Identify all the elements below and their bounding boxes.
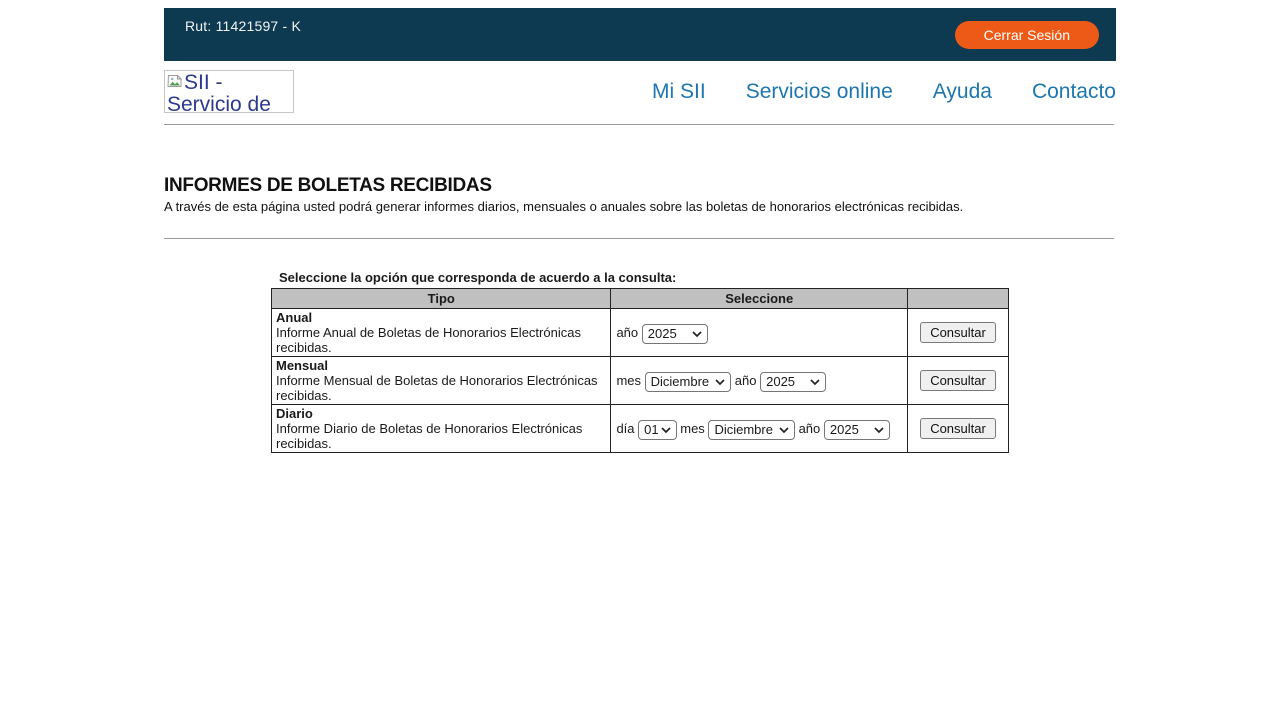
page-title: INFORMES DE BOLETAS RECIBIDAS bbox=[164, 177, 1116, 195]
chevron-down-icon bbox=[661, 427, 671, 433]
row-description: Informe Diario de Boletas de Honorarios … bbox=[276, 421, 582, 451]
consultar-diario-button[interactable]: Consultar bbox=[920, 418, 996, 439]
row-description: Informe Mensual de Boletas de Honorarios… bbox=[276, 373, 598, 403]
header-tipo: Tipo bbox=[272, 289, 611, 309]
page-description: A través de esta página usted podrá gene… bbox=[164, 200, 1116, 214]
year-label: año bbox=[799, 421, 821, 436]
year-select-value: 2025 bbox=[830, 418, 859, 441]
chevron-down-icon bbox=[779, 427, 789, 433]
month-label: mes bbox=[680, 421, 705, 436]
topbar: Rut: 11421597 - K Cerrar Sesión bbox=[164, 8, 1116, 61]
chevron-down-icon bbox=[692, 331, 702, 337]
mensual-select-cell: mes Diciembre año 2025 bbox=[611, 357, 908, 405]
day-select[interactable]: 01 bbox=[638, 420, 676, 440]
broken-image-icon bbox=[167, 73, 183, 89]
year-select-value: 2025 bbox=[766, 370, 795, 393]
year-label: año bbox=[616, 325, 638, 340]
month-select-value: Diciembre bbox=[651, 370, 710, 393]
nav-ayuda[interactable]: Ayuda bbox=[933, 80, 992, 104]
mensual-tipo-cell: Mensual Informe Mensual de Boletas de Ho… bbox=[272, 357, 611, 405]
diario-select-cell: día 01 mes Diciembre año 2025 bbox=[611, 405, 908, 453]
diario-tipo-cell: Diario Informe Diario de Boletas de Hono… bbox=[272, 405, 611, 453]
row-type-label: Diario bbox=[276, 406, 313, 421]
content-divider bbox=[164, 238, 1114, 239]
header-divider bbox=[164, 124, 1114, 125]
reports-table: Tipo Seleccione Anual Informe Anual de B… bbox=[271, 288, 1009, 453]
table-prompt: Seleccione la opción que corresponda de … bbox=[271, 270, 1009, 285]
year-select-value: 2025 bbox=[648, 322, 677, 345]
anual-select-cell: año 2025 bbox=[611, 309, 908, 357]
month-select[interactable]: Diciembre bbox=[645, 372, 732, 392]
chevron-down-icon bbox=[874, 427, 884, 433]
main-nav: Mi SII Servicios online Ayuda Contacto bbox=[652, 80, 1116, 104]
consultar-anual-button[interactable]: Consultar bbox=[920, 322, 996, 343]
table-row-mensual: Mensual Informe Mensual de Boletas de Ho… bbox=[272, 357, 1009, 405]
sii-logo[interactable]: SII - Servicio de bbox=[164, 70, 294, 113]
table-section: Seleccione la opción que corresponda de … bbox=[271, 270, 1009, 453]
day-label: día bbox=[616, 421, 634, 436]
page-container: Rut: 11421597 - K Cerrar Sesión SII - Se… bbox=[164, 8, 1116, 453]
row-type-label: Anual bbox=[276, 310, 312, 325]
year-select[interactable]: 2025 bbox=[824, 420, 890, 440]
consultar-mensual-button[interactable]: Consultar bbox=[920, 370, 996, 391]
year-select[interactable]: 2025 bbox=[760, 372, 826, 392]
nav-contacto[interactable]: Contacto bbox=[1032, 80, 1116, 104]
logout-button[interactable]: Cerrar Sesión bbox=[955, 21, 1099, 49]
diario-button-cell: Consultar bbox=[908, 405, 1009, 453]
anual-button-cell: Consultar bbox=[908, 309, 1009, 357]
row-type-label: Mensual bbox=[276, 358, 328, 373]
year-select[interactable]: 2025 bbox=[642, 324, 708, 344]
header-row: SII - Servicio de Mi SII Servicios onlin… bbox=[164, 70, 1116, 113]
chevron-down-icon bbox=[810, 379, 820, 385]
rut-label: Rut: 11421597 - K bbox=[185, 18, 301, 34]
nav-servicios-online[interactable]: Servicios online bbox=[746, 80, 893, 104]
header-seleccione: Seleccione bbox=[611, 289, 908, 309]
month-select[interactable]: Diciembre bbox=[708, 420, 795, 440]
row-description: Informe Anual de Boletas de Honorarios E… bbox=[276, 325, 581, 355]
nav-mi-sii[interactable]: Mi SII bbox=[652, 80, 706, 104]
day-select-value: 01 bbox=[644, 418, 658, 441]
month-select-value: Diciembre bbox=[714, 418, 773, 441]
anual-tipo-cell: Anual Informe Anual de Boletas de Honora… bbox=[272, 309, 611, 357]
table-row-anual: Anual Informe Anual de Boletas de Honora… bbox=[272, 309, 1009, 357]
mensual-button-cell: Consultar bbox=[908, 357, 1009, 405]
month-label: mes bbox=[616, 373, 641, 388]
chevron-down-icon bbox=[715, 379, 725, 385]
table-header-row: Tipo Seleccione bbox=[272, 289, 1009, 309]
header-empty bbox=[908, 289, 1009, 309]
year-label: año bbox=[735, 373, 757, 388]
table-row-diario: Diario Informe Diario de Boletas de Hono… bbox=[272, 405, 1009, 453]
